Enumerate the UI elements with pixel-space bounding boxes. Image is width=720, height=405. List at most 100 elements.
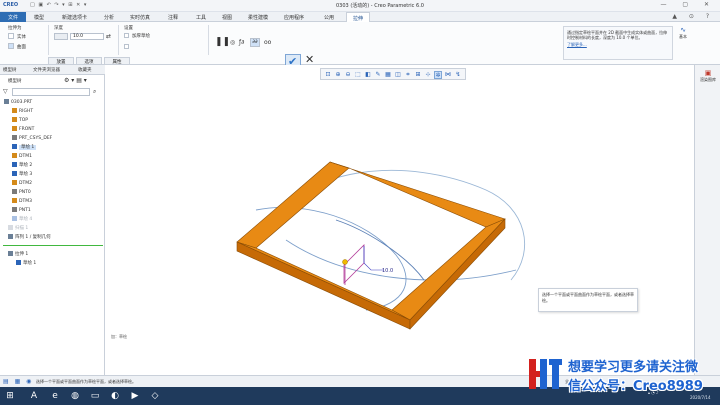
feature-preview-icon[interactable]: ∂∂ [250,38,260,47]
sketch-icon [16,260,21,265]
tab-common[interactable]: 公用 [324,14,334,21]
drag-handle[interactable] [342,259,348,265]
preview-icon[interactable]: ◎ [230,39,235,46]
surface-option-icon[interactable] [8,43,14,49]
tree-item[interactable]: 草绘 2 [12,162,32,169]
datum-display-icon[interactable]: ⌗ [404,71,412,79]
tree-item[interactable]: PRT_CSYS_DEF [12,135,52,142]
display-style-icon[interactable]: ◧ [364,71,372,79]
point-display-icon[interactable]: ✲ [434,71,442,79]
tab-view[interactable]: 视图 [222,14,232,21]
filter-icon[interactable]: ▽ [3,88,8,95]
tree-item[interactable]: PNT1 [12,207,31,214]
tab-flexible-modeling[interactable]: 柔性建模 [248,14,268,21]
depth-dimension-label[interactable]: 10.0 [382,268,393,274]
tab-tools[interactable]: 工具 [196,14,206,21]
tab-model-tree[interactable]: 模型树 [3,67,17,73]
flip-direction-icon[interactable]: ⇄ [106,33,111,40]
tab-options[interactable]: 选项 [76,57,102,65]
extrude-icon [8,251,13,256]
datum-point-icon [12,207,17,212]
solid-option-icon[interactable] [8,33,14,39]
tree-item[interactable]: 草绘 1 [16,260,36,267]
tree-item[interactable]: 草绘 4 [12,216,32,223]
frame-left-top [236,161,350,249]
datum-plane-icon [12,180,17,185]
datum-plane-icon [12,108,17,113]
tab-simulation[interactable]: 实时仿真 [130,14,150,21]
zoom-out-icon[interactable]: ⊖ [344,71,352,79]
tab-favorites[interactable]: 收藏夹 [78,67,92,73]
tree-settings-icon[interactable]: ⚙ ▾ ▤ ▾ [64,77,87,84]
repaint-icon[interactable]: ⬚ [354,71,362,79]
window-controls[interactable]: — ▢ ✕ [660,1,716,8]
verify-icon[interactable]: ƒ∂ [239,39,244,46]
tab-file[interactable]: 文件 [0,12,26,22]
wechat-icon[interactable]: ◍ [68,389,82,403]
pattern-icon [8,234,13,239]
basic-button[interactable]: ∿ 基本 [676,26,690,46]
help-link[interactable]: 了解更多... [567,42,669,47]
tree-item[interactable]: FRONT [12,126,34,133]
zoom-in-icon[interactable]: ⊕ [334,71,342,79]
creo-icon[interactable]: ◇ [148,389,162,403]
axis-display-icon[interactable]: ⊹ [424,71,432,79]
tree-item[interactable]: RIGHT [12,108,33,115]
browser-icon[interactable]: ◐ [108,389,122,403]
saved-views-icon[interactable]: ✎ [374,71,382,79]
insert-marker[interactable] [3,245,103,246]
view-manager-icon[interactable]: ▦ [384,71,392,79]
depth-input[interactable]: 10.0 [70,33,104,40]
refit-icon[interactable]: ⊡ [324,71,332,79]
sketch-icon [12,144,17,149]
tab-annotate[interactable]: 注释 [168,14,178,21]
annotation-display-icon[interactable]: ⊞ [414,71,422,79]
depth-type-dropdown[interactable] [54,33,68,40]
tree-item-label: 阵列 1 / 复制几何 [15,235,51,240]
tree-item[interactable]: 扫描 1 [8,225,28,232]
start-icon[interactable]: ⊞ [3,389,17,403]
menu-right-tools[interactable]: ▲ ⊙ ? [672,13,714,20]
tab-new[interactable]: 新建选项卡 [62,14,87,21]
app-icon[interactable]: A [27,389,41,403]
search-icon[interactable]: ⌕ [93,88,96,96]
thicken-checkbox[interactable] [124,33,129,38]
tree-item[interactable]: 0303.PRT [4,99,32,106]
spin-center-icon[interactable]: ↯ [454,71,462,79]
tab-folder-browser[interactable]: 文件夹浏览器 [33,67,60,73]
tab-model[interactable]: 模型 [34,14,44,21]
tab-applications[interactable]: 应用程序 [284,14,304,21]
tree-item[interactable]: TOP [12,117,28,124]
tree-item[interactable]: 阵列 1 / 复制几何 [8,234,51,241]
ribbon-separator [48,25,49,55]
tree-item-label: 草绘 1 [23,261,37,266]
tree-search-input[interactable] [12,88,90,96]
tree-item[interactable]: PNT0 [12,189,31,196]
pause-icon[interactable]: ❚❚ [215,37,230,47]
model-viewport[interactable]: 10.0 [106,80,694,370]
tab-analysis[interactable]: 分析 [104,14,114,21]
glasses-icon[interactable]: oo [264,39,271,46]
tree-item[interactable]: DTM1 [12,153,32,160]
tree-item-label: 草绘 2 [19,163,33,168]
tab-properties[interactable]: 属性 [104,57,130,65]
render-gallery-button[interactable]: ▣ 渲染图库 [697,69,719,83]
ribbon-tabs: 文件 模型 新建选项卡 分析 实时仿真 注释 工具 视图 柔性建模 应用程序 公… [0,12,720,23]
quick-access-toolbar[interactable]: □ ▣ ↶ ↷ ▾ ⊞ ✕ ▾ [30,2,87,8]
wave-icon: ∿ [680,26,686,34]
status-icons[interactable]: ▤ ▦ ◉ [3,378,33,385]
tree-item-label: PNT0 [19,190,31,195]
tree-item[interactable]: 草绘 1 [12,144,37,151]
perspective-icon[interactable]: ◫ [394,71,402,79]
folder-icon[interactable]: ▭ [88,389,102,403]
tree-item[interactable]: 草绘 3 [12,171,32,178]
remove-material-checkbox[interactable] [124,44,129,49]
csys-display-icon[interactable]: ⋈ [444,71,452,79]
tree-item[interactable]: 拉伸 1 [8,251,28,258]
tree-item[interactable]: DTM3 [12,198,32,205]
player-icon[interactable]: ▶ [128,389,142,403]
ie-icon[interactable]: e [48,389,62,403]
tree-filter: ▽ ⌕ [2,88,102,96]
tree-item[interactable]: DTM2 [12,180,32,187]
tab-placement[interactable]: 放置 [48,57,74,65]
